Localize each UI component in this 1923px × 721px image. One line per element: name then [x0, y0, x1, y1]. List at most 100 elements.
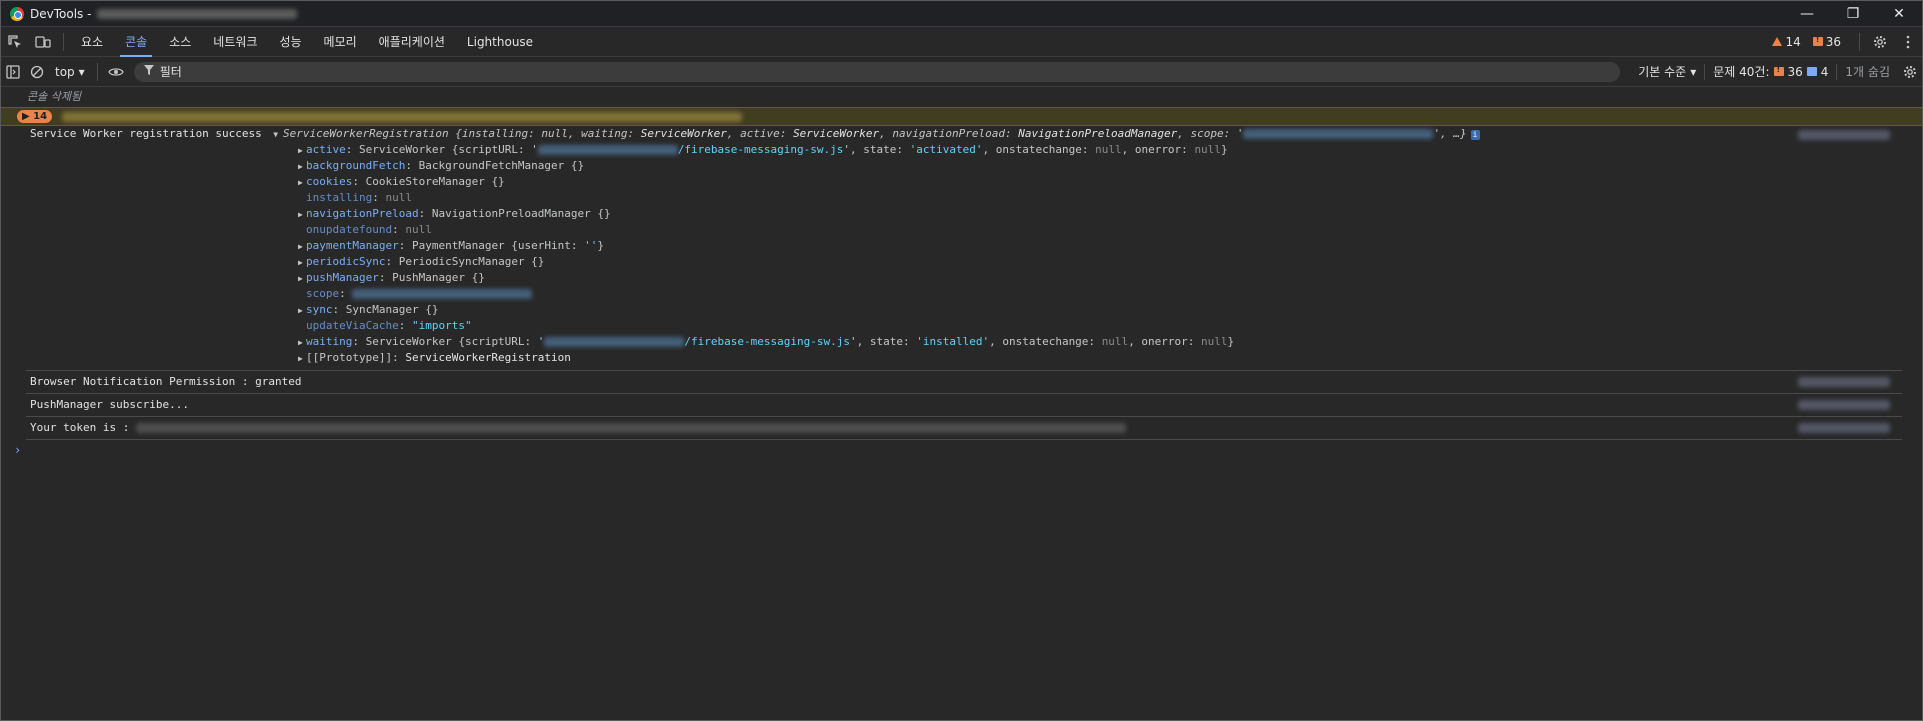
device-toolbar-icon[interactable] — [29, 27, 57, 57]
expand-triangle-icon[interactable]: ▶ — [298, 303, 306, 319]
prop-navigation-preload[interactable]: ▶ navigationPreload: NavigationPreloadMan… — [30, 206, 1922, 222]
redacted-source-link[interactable] — [1798, 400, 1890, 410]
prop-string: '' — [584, 239, 598, 252]
errors-count: 36 — [1825, 34, 1841, 49]
prop-value: } — [1220, 143, 1228, 156]
prop-value: } — [1227, 335, 1235, 348]
prop-value: ', state: — [850, 335, 917, 348]
prop-value: ServiceWorker {scriptURL: ' — [359, 143, 538, 156]
prop-background-fetch[interactable]: ▶ backgroundFetch: BackgroundFetchManager… — [30, 158, 1922, 174]
errors-counter[interactable]: 36 — [1812, 34, 1841, 49]
minimize-button[interactable]: — — [1784, 1, 1830, 27]
prop-null: null — [1194, 143, 1221, 156]
tab-elements[interactable]: 요소 — [70, 27, 114, 57]
expand-triangle-icon[interactable]: ▶ — [298, 351, 306, 367]
hidden-count: 1개 숨김 — [1845, 65, 1890, 79]
warnings-count: 14 — [1785, 34, 1801, 49]
expand-triangle-icon[interactable]: ▶ — [298, 271, 306, 287]
expand-triangle-icon[interactable]: ▶ — [298, 207, 306, 223]
info-icon[interactable]: i — [1470, 130, 1480, 140]
expand-triangle-icon[interactable]: ▼ — [268, 127, 278, 143]
context-selector[interactable]: top ▾ — [49, 65, 91, 79]
inspect-element-icon[interactable] — [1, 27, 29, 57]
sidebar-toggle-icon[interactable] — [1, 58, 25, 86]
prop-value: NavigationPreloadManager {} — [431, 207, 611, 220]
issue-info-icon — [1806, 67, 1817, 76]
tab-console[interactable]: 콘솔 — [114, 27, 158, 57]
prop-state: 'installed' — [916, 335, 990, 348]
console-prompt[interactable]: › — [1, 440, 1922, 460]
tab-performance[interactable]: 성능 — [268, 27, 312, 57]
close-button[interactable]: ✕ — [1876, 1, 1922, 27]
prop-prototype[interactable]: ▶ [[Prototype]]: ServiceWorkerRegistratio… — [30, 350, 1922, 366]
issues-counter[interactable]: 문제 40건: 36 4 — [1705, 63, 1836, 80]
prop-null: null — [385, 191, 412, 204]
prop-key: [[Prototype]] — [306, 351, 393, 364]
redacted-scope-url — [1243, 129, 1434, 139]
prop-installing: installing: null — [306, 191, 412, 204]
prop-key: sync — [306, 303, 333, 316]
prop-sync[interactable]: ▶ sync: SyncManager {} — [30, 302, 1922, 318]
tab-sources[interactable]: 소스 — [158, 27, 202, 57]
sw-summary-v2: ServiceWorker — [793, 127, 880, 140]
redacted-source-link[interactable] — [1798, 130, 1890, 140]
filter-input[interactable]: 필터 — [133, 61, 1621, 82]
expand-triangle-icon[interactable]: ▶ — [298, 239, 306, 255]
more-options-icon[interactable] — [1894, 27, 1922, 57]
expand-triangle-icon[interactable]: ▶ — [298, 143, 306, 159]
prop-key: periodicSync — [306, 255, 386, 268]
expand-triangle-icon[interactable]: ▶ — [298, 335, 306, 351]
sw-summary-k1: waiting — [581, 127, 628, 140]
sw-summary-v3: NavigationPreloadManager — [1018, 127, 1178, 140]
tab-memory[interactable]: 메모리 — [313, 27, 368, 57]
log-levels-dropdown[interactable]: 기본 수준 ▾ — [1630, 63, 1704, 80]
live-expression-eye-icon[interactable] — [104, 58, 128, 86]
sw-object-class: ServiceWorkerRegistration — [283, 127, 449, 140]
prop-value: CookieStoreManager {} — [365, 175, 505, 188]
issues-warn-count: 36 — [1787, 64, 1803, 79]
prop-value: } — [597, 239, 605, 252]
prop-active[interactable]: ▶ active: ServiceWorker {scriptURL: '/fir… — [30, 142, 1922, 158]
redacted-scope-url — [352, 289, 533, 299]
redacted-source-link[interactable] — [1798, 377, 1890, 387]
redacted-url — [544, 337, 685, 347]
expand-triangle-icon[interactable]: ▶ — [298, 175, 306, 191]
warning-group-badge[interactable]: ▶ 14 — [17, 110, 53, 123]
prop-payment-manager[interactable]: ▶ paymentManager: PaymentManager {userHin… — [30, 238, 1922, 254]
redacted-url — [97, 8, 298, 19]
prop-key: scope — [306, 287, 340, 300]
log-levels-label: 기본 수준 — [1638, 65, 1687, 79]
prop-key: pushManager — [306, 271, 379, 284]
sw-log-summary-line[interactable]: Service Worker registration success ▼ Se… — [30, 126, 1922, 142]
issues-label: 문제 40건: — [1713, 65, 1770, 79]
chevron-down-icon: ▾ — [1690, 64, 1697, 79]
panel-tabs-bar: 요소 콘솔 소스 네트워크 성능 메모리 애플리케이션 Lighthouse 1… — [1, 27, 1922, 57]
prop-push-manager[interactable]: ▶ pushManager: PushManager {} — [30, 270, 1922, 286]
restore-button[interactable]: ❐ — [1830, 1, 1876, 27]
prop-onupdatefound: onupdatefound: null — [306, 223, 432, 236]
prop-value: , onstatechange: — [989, 335, 1102, 348]
prop-periodic-sync[interactable]: ▶ periodicSync: PeriodicSyncManager {} — [30, 254, 1922, 270]
tab-application[interactable]: 애플리케이션 — [368, 27, 456, 57]
expand-triangle-icon[interactable]: ▶ — [298, 159, 306, 175]
settings-gear-icon[interactable] — [1866, 27, 1894, 57]
prop-waiting[interactable]: ▶ waiting: ServiceWorker {scriptURL: '/fi… — [30, 334, 1922, 350]
sw-log-message: Service Worker registration success — [30, 127, 262, 140]
sw-summary-k2: active — [740, 127, 780, 140]
prop-value: PaymentManager {userHint: — [411, 239, 585, 252]
log-message: PushManager subscribe... — [30, 398, 189, 411]
tab-lighthouse[interactable]: Lighthouse — [456, 27, 544, 57]
expand-triangle-icon[interactable]: ▶ — [298, 255, 306, 271]
log-message: Your token is : — [30, 421, 130, 434]
redacted-source-link[interactable] — [1798, 423, 1890, 433]
filter-funnel-icon — [143, 65, 154, 78]
console-settings-gear-icon[interactable] — [1898, 58, 1922, 86]
clear-console-icon[interactable] — [25, 58, 49, 86]
warning-group-row[interactable]: ▶ 14 — [1, 107, 1922, 126]
sw-summary-k3: navigationPreload — [892, 127, 1005, 140]
filter-placeholder: 필터 — [159, 65, 182, 79]
prop-null: null — [1201, 335, 1228, 348]
warnings-counter[interactable]: 14 — [1772, 34, 1801, 49]
prop-cookies[interactable]: ▶ cookies: CookieStoreManager {} — [30, 174, 1922, 190]
tab-network[interactable]: 네트워크 — [202, 27, 268, 57]
